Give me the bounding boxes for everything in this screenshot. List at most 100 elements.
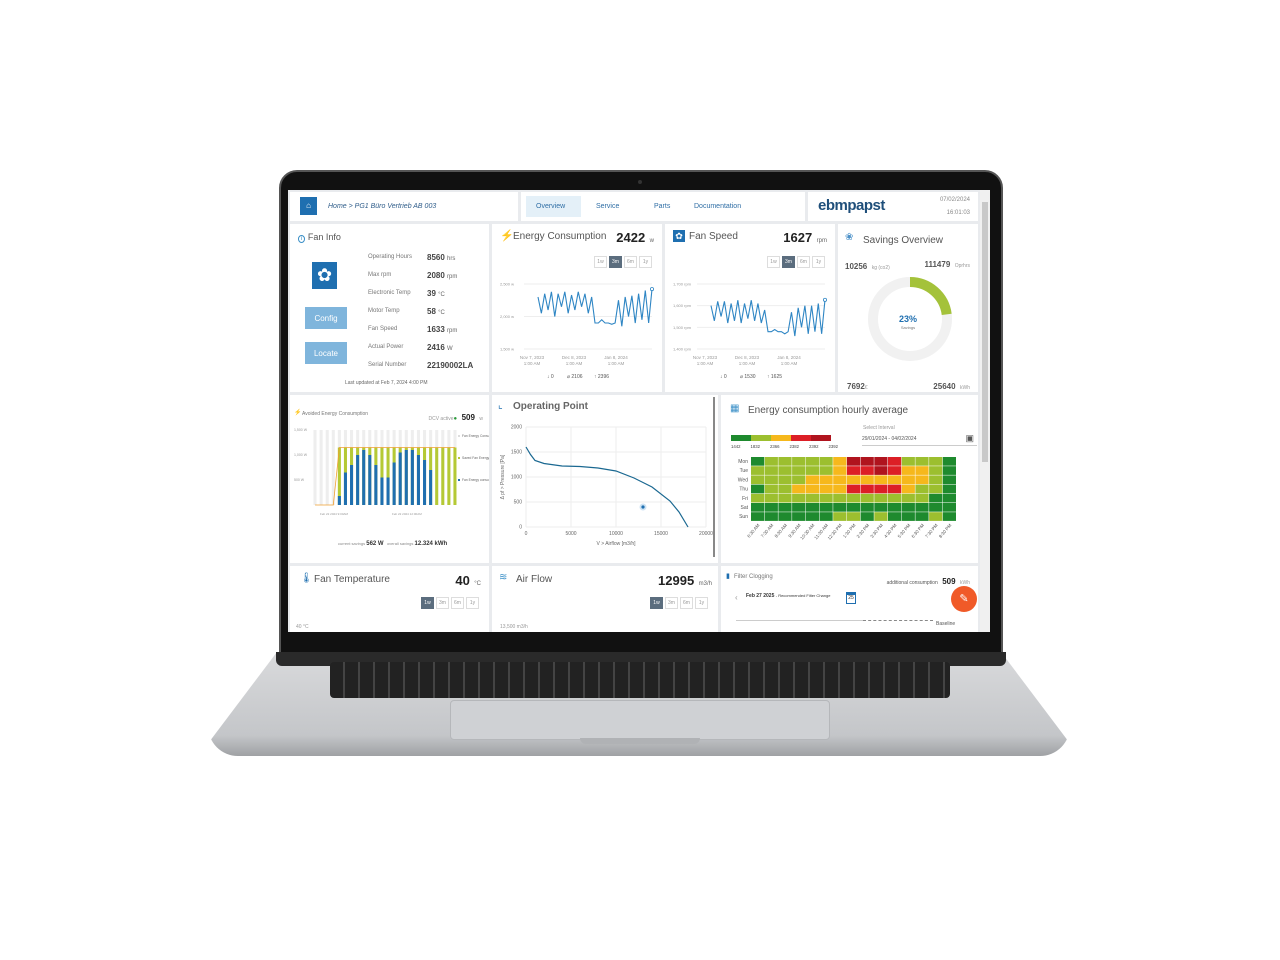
heatmap-cell	[833, 457, 847, 466]
legend-swatch	[771, 435, 791, 441]
range-1w[interactable]: 1w	[421, 597, 434, 609]
operating-point-chart: 20001500100050000 5000 10000 15000 20000V > …	[500, 425, 713, 548]
scrollbar[interactable]	[980, 190, 990, 632]
range-1y[interactable]: 1y	[812, 256, 825, 268]
hour-label: 6:30 AM	[746, 523, 761, 539]
x-tick-label: Feb 22 2024 9:00AM	[320, 512, 349, 516]
legend-swatch	[458, 435, 460, 437]
legend-label: 1442	[731, 444, 741, 449]
heatmap-cell	[778, 457, 792, 466]
heatmap-cell	[860, 503, 874, 512]
filter-title: Filter Clogging	[734, 574, 773, 580]
heatmap-cell	[778, 475, 792, 485]
day-label: Sun	[739, 514, 748, 520]
range-1w[interactable]: 1w	[767, 256, 780, 268]
range-selector[interactable]: 1w 3m 6m 1y	[421, 597, 479, 609]
hour-label: 4:30 PM	[883, 523, 898, 539]
kwh-unit: kWh	[960, 385, 970, 391]
energy-panel: ⚡ Energy Consumption 2422 w 1w 3m 6m 1y 2,5…	[492, 224, 662, 392]
heatmap-cell	[805, 512, 819, 521]
heatmap-cell	[888, 493, 902, 503]
y-tick-label: 1,400 rpm	[673, 347, 692, 352]
heatmap-cell	[792, 475, 806, 485]
y-tick-label: 500	[514, 500, 523, 506]
heatmap-cell	[846, 484, 861, 494]
temp-ytick: 40 °C	[296, 624, 309, 630]
dcv-status: DCV active	[428, 416, 454, 422]
fan-info-value: 8560 hrs	[427, 253, 456, 262]
legend-label: 1832	[751, 444, 761, 449]
range-selector[interactable]: 1w 3m 6m 1y	[767, 256, 825, 268]
heatmap-cell	[778, 493, 792, 503]
y-tick-label: 1,700 rpm	[673, 282, 692, 287]
x-tick-label: Nov 7, 2023	[520, 355, 545, 360]
tab-service[interactable]: Service	[596, 203, 619, 210]
fan-temp-title: Fan Temperature	[314, 574, 390, 585]
energy-value: 2422	[616, 230, 646, 245]
heatmap-cell	[751, 512, 765, 521]
range-3m[interactable]: 3m	[436, 597, 449, 609]
heatmap-cell	[833, 503, 847, 512]
money-unit: €	[864, 385, 868, 391]
heatmap-cell	[888, 475, 902, 485]
prev-arrow-icon[interactable]: ‹	[735, 593, 738, 602]
fan-info-title: i Fan Info	[298, 232, 341, 243]
heatmap-cell	[764, 484, 778, 494]
donut-savings-arc	[909, 277, 952, 316]
home-logo-icon[interactable]: ⌂	[300, 197, 317, 215]
brand-bar: ebmpapst 07/02/2024 16:01:03	[808, 192, 978, 221]
range-3m[interactable]: 3m	[782, 256, 795, 268]
range-selector[interactable]: 1w 3m 6m 1y	[594, 256, 652, 268]
legend-label: Fan Energy Consumption without DCV	[462, 434, 489, 438]
range-selector[interactable]: 1w 3m 6m 1y	[650, 597, 708, 609]
heatmap-cell	[929, 503, 943, 512]
range-1y[interactable]: 1y	[695, 597, 708, 609]
heatmap-cell	[901, 512, 915, 521]
fan-speed-title: Fan Speed	[689, 231, 738, 242]
heatmap-cell	[888, 484, 902, 494]
bar-with-dcv	[398, 452, 402, 505]
heatmap-cell	[819, 493, 833, 503]
heatmap-cell	[901, 503, 915, 512]
range-1w[interactable]: 1w	[650, 597, 663, 609]
heatmap-cell	[833, 475, 847, 485]
breadcrumb[interactable]: Home > PG1 Büro Vertrieb AB 003	[328, 203, 436, 210]
range-6m[interactable]: 6m	[797, 256, 810, 268]
x-tick-label: Dec 8, 2023	[562, 355, 587, 360]
heatmap-cell	[764, 493, 778, 503]
legend-label: 2366	[770, 444, 780, 449]
range-6m[interactable]: 6m	[624, 256, 637, 268]
date: 07/02/2024	[939, 197, 970, 203]
tab-overview[interactable]: Overview	[536, 203, 565, 210]
bar-saved	[447, 447, 451, 505]
fan-info-value: 2080 rpm	[427, 271, 458, 280]
range-3m[interactable]: 3m	[609, 256, 622, 268]
heatmap-cell	[915, 493, 929, 503]
bar-without-dcv	[325, 430, 329, 505]
bar-with-dcv	[429, 470, 433, 505]
bar-with-dcv	[343, 472, 347, 505]
range-6m[interactable]: 6m	[680, 597, 693, 609]
range-1y[interactable]: 1y	[639, 256, 652, 268]
tab-parts[interactable]: Parts	[654, 203, 670, 210]
range-1w[interactable]: 1w	[594, 256, 607, 268]
locate-button[interactable]: Locate	[305, 342, 347, 364]
bar-with-dcv	[423, 460, 427, 505]
range-3m[interactable]: 3m	[665, 597, 678, 609]
range-6m[interactable]: 6m	[451, 597, 464, 609]
max-stat: ↑ 2396	[594, 374, 609, 379]
day-label: Tue	[740, 468, 749, 474]
y-tick-label: 0	[519, 525, 522, 531]
x-tick-label: Nov 7, 2023	[693, 355, 718, 360]
range-1y[interactable]: 1y	[466, 597, 479, 609]
tab-documentation[interactable]: Documentation	[694, 203, 741, 210]
y-tick-label: 1,500 rpm	[673, 325, 692, 330]
heatmap-cell	[751, 493, 765, 503]
config-button[interactable]: Config	[305, 307, 347, 329]
fan-info-value: 22190002LA	[427, 361, 474, 370]
x-axis-label: V > Airflow [m3/h]	[596, 541, 636, 547]
calendar-icon[interactable]: 25	[846, 592, 856, 604]
bar-with-dcv	[386, 477, 390, 505]
edit-fab-button[interactable]: ✎	[951, 586, 977, 612]
heatmap-cell	[915, 457, 929, 466]
